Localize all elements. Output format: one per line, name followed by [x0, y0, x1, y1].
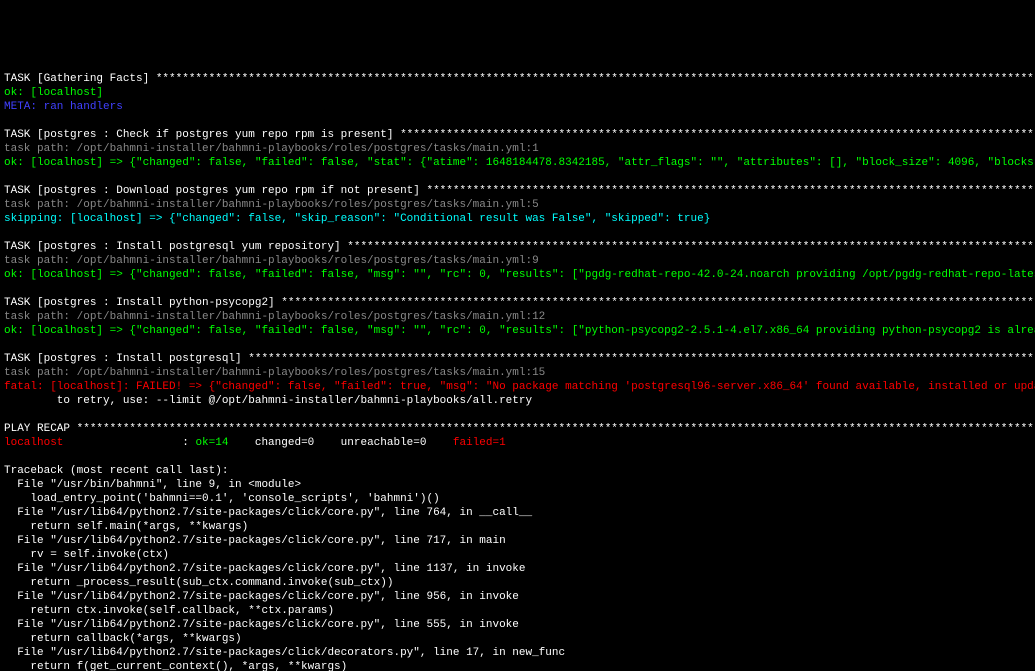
traceback-line: return _process_result(sub_ctx.command.i…	[4, 577, 393, 589]
task-header: TASK [postgres : Install postgresql] ***…	[4, 353, 1035, 365]
traceback-line: File "/usr/bin/bahmni", line 9, in <modu…	[4, 479, 301, 491]
traceback-line: File "/usr/lib64/python2.7/site-packages…	[4, 619, 519, 631]
task-header: TASK [postgres : Install postgresql yum …	[4, 241, 1035, 253]
traceback-header: Traceback (most recent call last):	[4, 465, 228, 477]
ok-line: ok: [localhost]	[4, 87, 103, 99]
ok-line: ok: [localhost] => {"changed": false, "f…	[4, 269, 1035, 281]
traceback-line: return ctx.invoke(self.callback, **ctx.p…	[4, 605, 334, 617]
traceback-line: return callback(*args, **kwargs)	[4, 633, 242, 645]
traceback-line: File "/usr/lib64/python2.7/site-packages…	[4, 647, 565, 659]
traceback-line: File "/usr/lib64/python2.7/site-packages…	[4, 507, 532, 519]
fatal-line: fatal: [localhost]: FAILED! => {"changed…	[4, 381, 1035, 393]
traceback-line: File "/usr/lib64/python2.7/site-packages…	[4, 535, 506, 547]
recap-ok: ok=14	[195, 437, 228, 449]
traceback-line: File "/usr/lib64/python2.7/site-packages…	[4, 591, 519, 603]
meta-line: META: ran handlers	[4, 101, 123, 113]
task-header: TASK [Gathering Facts] *****************…	[4, 73, 1035, 85]
traceback-line: load_entry_point('bahmni==0.1', 'console…	[4, 493, 440, 505]
ok-line: ok: [localhost] => {"changed": false, "f…	[4, 157, 1035, 169]
task-path: task path: /opt/bahmni-installer/bahmni-…	[4, 255, 539, 267]
task-header: TASK [postgres : Check if postgres yum r…	[4, 129, 1035, 141]
task-path: task path: /opt/bahmni-installer/bahmni-…	[4, 143, 539, 155]
traceback-line: return self.main(*args, **kwargs)	[4, 521, 248, 533]
recap-host: localhost	[4, 437, 182, 449]
task-path: task path: /opt/bahmni-installer/bahmni-…	[4, 367, 545, 379]
skipping-line: skipping: [localhost] => {"changed": fal…	[4, 213, 710, 225]
ok-line: ok: [localhost] => {"changed": false, "f…	[4, 325, 1035, 337]
play-recap-header: PLAY RECAP *****************************…	[4, 423, 1035, 435]
recap-failed: failed=1	[453, 437, 506, 449]
recap-changed: changed=0 unreachable=0	[228, 437, 452, 449]
task-header: TASK [postgres : Install python-psycopg2…	[4, 297, 1035, 309]
task-path: task path: /opt/bahmni-installer/bahmni-…	[4, 199, 539, 211]
traceback-line: rv = self.invoke(ctx)	[4, 549, 169, 561]
traceback-line: return f(get_current_context(), *args, *…	[4, 661, 347, 671]
terminal-output[interactable]: TASK [Gathering Facts] *****************…	[0, 70, 1035, 671]
task-header: TASK [postgres : Download postgres yum r…	[4, 185, 1035, 197]
recap-sep: :	[182, 437, 195, 449]
retry-line: to retry, use: --limit @/opt/bahmni-inst…	[4, 395, 532, 407]
task-path: task path: /opt/bahmni-installer/bahmni-…	[4, 311, 545, 323]
traceback-line: File "/usr/lib64/python2.7/site-packages…	[4, 563, 526, 575]
